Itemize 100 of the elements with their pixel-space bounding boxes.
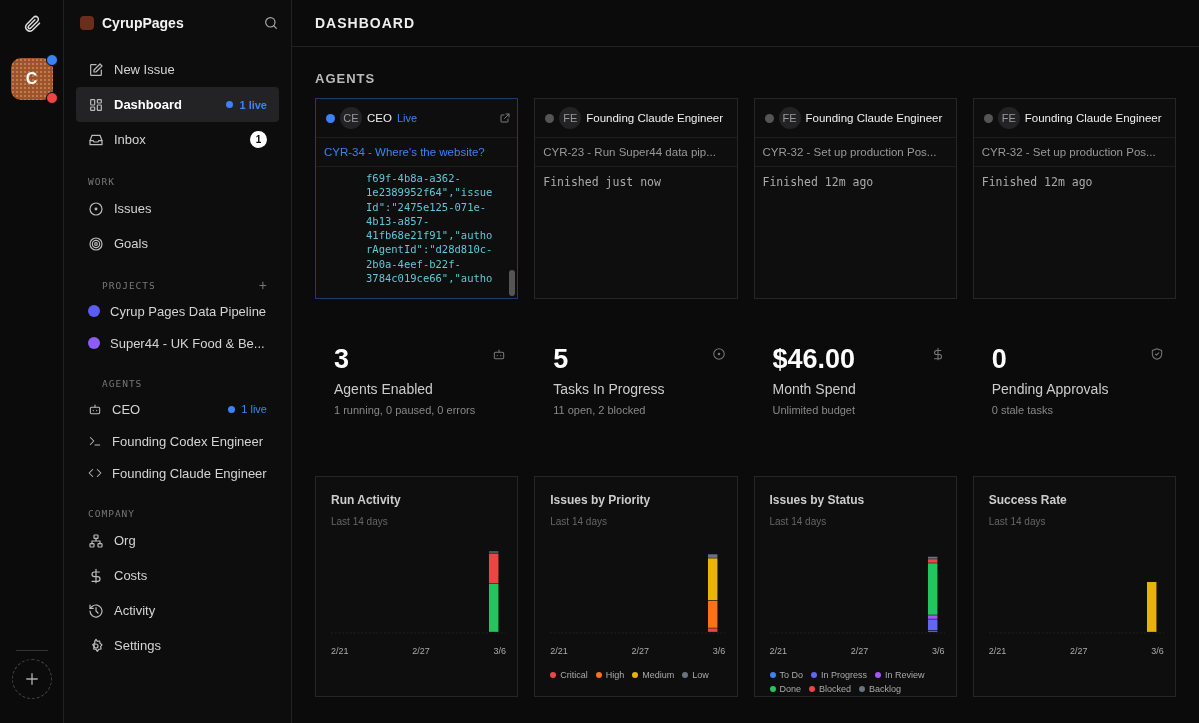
- agent-name: Founding Claude Engineer: [112, 465, 267, 481]
- stat-label: Pending Approvals: [991, 381, 1110, 397]
- legend-label: Blocked: [819, 684, 852, 694]
- nav-item[interactable]: Settings: [76, 628, 279, 663]
- axis-label: 3/6: [1151, 646, 1164, 656]
- axis-label: 2/27: [1070, 646, 1088, 656]
- legend-label: Low: [692, 670, 709, 680]
- chart-subtitle: Last 14 days: [769, 516, 828, 527]
- nav-label: New Issue: [114, 62, 176, 77]
- stat-value: 3: [334, 344, 351, 374]
- issue-link[interactable]: CYR-32 - Set up production Pos...: [754, 138, 956, 167]
- legend-label: Backlog: [869, 684, 902, 694]
- code-icon: [88, 466, 102, 480]
- chart-title: Issues by Priority: [550, 493, 652, 507]
- axis-label: 2/21: [769, 646, 788, 656]
- robot-icon: [492, 347, 507, 361]
- add-project-button[interactable]: +: [258, 277, 267, 293]
- org-chart-icon: [88, 532, 104, 549]
- project-item[interactable]: Cyrup Pages Data Pipeline: [76, 295, 279, 327]
- legend-label: Done: [779, 684, 801, 694]
- agent-avatar: FE: [559, 107, 582, 129]
- nav-label: Issues: [114, 201, 153, 216]
- nav-item[interactable]: Dashboard 1 live: [76, 87, 279, 122]
- nav-item[interactable]: Activity: [76, 593, 279, 628]
- agent-avatar: CE: [340, 107, 362, 129]
- circle-dot-icon: [711, 347, 726, 361]
- terminal-icon: [88, 434, 102, 448]
- agent-item[interactable]: CEO 1 live: [76, 393, 279, 425]
- stat-label: Tasks In Progress: [553, 381, 666, 397]
- agent-name: Founding Claude Engineer: [1024, 112, 1162, 124]
- issue-link[interactable]: CYR-34 - Where's the website?: [316, 138, 518, 167]
- nav-item[interactable]: Goals: [76, 226, 279, 261]
- section-heading: PROJECTS: [102, 279, 157, 291]
- run-status: Finished just now: [543, 175, 661, 189]
- search-icon: [263, 15, 279, 31]
- company-avatar[interactable]: C: [10, 58, 53, 100]
- log-output: f69f-4b8a-a362- 1e2389952f64","issue Id":"2475e125-071e- 4b13-a857- 41fb68e21f91","autho rAgentId":"d28d810c- 2b0a-4eef-b22f- 3784c019ce66","autho: [366, 171, 494, 286]
- target-icon: [88, 235, 104, 252]
- page-title: DASHBOARD: [292, 0, 1199, 47]
- chart-title: Run Activity: [331, 493, 402, 507]
- section-heading: WORK: [88, 175, 116, 187]
- issue-link[interactable]: CYR-32 - Set up production Pos...: [973, 138, 1175, 167]
- nav-label: Inbox: [114, 132, 147, 147]
- robot-icon: [88, 402, 102, 416]
- stat-label: Agents Enabled: [334, 381, 434, 397]
- edit-icon: [88, 61, 104, 78]
- stat-value: $46.00: [772, 344, 857, 374]
- company-logo: [80, 16, 94, 30]
- nav-label: Goals: [114, 236, 149, 251]
- stat-value: 5: [553, 344, 570, 374]
- axis-label: 2/27: [850, 646, 869, 656]
- nav-item[interactable]: Issues: [76, 191, 279, 226]
- live-badge: 1 live: [226, 98, 267, 111]
- legend-label: Medium: [642, 670, 675, 680]
- stat-detail: 11 open, 2 blocked: [553, 403, 647, 418]
- nav-item[interactable]: Costs: [76, 558, 279, 593]
- axis-label: 3/6: [493, 646, 506, 656]
- nav-label: Costs: [114, 568, 149, 583]
- axis-label: 3/6: [712, 646, 726, 656]
- nav-item[interactable]: Org: [76, 523, 279, 558]
- run-status: Finished 12m ago: [762, 175, 874, 189]
- company-name[interactable]: CyrupPages: [102, 15, 255, 31]
- stat-detail: Unlimited budget: [772, 403, 857, 418]
- agent-card[interactable]: FE Founding Claude Engineer CYR-23 - Run Super44 data pip... Finished just now: [534, 98, 738, 299]
- unread-count: 1: [250, 131, 267, 148]
- issue-link[interactable]: CYR-23 - Run Super44 data pip...: [535, 138, 737, 167]
- agent-name: Founding Codex Engineer: [112, 433, 265, 449]
- chart-subtitle: Last 14 days: [331, 516, 389, 527]
- history-icon: [88, 602, 104, 619]
- dashboard-icon: [88, 96, 104, 113]
- agent-card[interactable]: CE CEO Live CYR-34 - Where's the website? f69f-4b8a-a362- 1e2389952f64","issue Id":"2475e125-071e- 4b13-a857- 41fb68e21f91","autho rAgentId":"d28d810c- 2b0a-4eef-b22f- 3784c019ce66","autho: [315, 98, 519, 299]
- agent-item[interactable]: Founding Claude Engineer: [76, 457, 279, 489]
- chart-title: Issues by Status: [769, 493, 866, 507]
- shield-check-icon: [1150, 347, 1164, 361]
- project-item[interactable]: Super44 - UK Food & Be...: [76, 327, 279, 359]
- axis-label: 2/21: [550, 646, 568, 656]
- stat-label: Month Spend: [772, 381, 857, 397]
- chart-subtitle: Last 14 days: [550, 516, 608, 527]
- section-heading: AGENTS: [315, 71, 377, 86]
- agent-card[interactable]: FE Founding Claude Engineer CYR-32 - Set up production Pos... Finished 12m ago: [972, 98, 1176, 299]
- legend-label: Critical: [560, 670, 588, 680]
- nav-item[interactable]: Inbox 1: [76, 122, 279, 157]
- agent-avatar: FE: [997, 107, 1020, 129]
- section-heading: AGENTS: [102, 377, 144, 389]
- nav-item[interactable]: New Issue: [76, 52, 279, 87]
- stat-value: 0: [991, 344, 1008, 374]
- circle-dot-icon: [88, 200, 104, 217]
- scrollbar-thumb[interactable]: [509, 270, 516, 296]
- section-heading: COMPANY: [88, 507, 137, 519]
- run-status: Finished 12m ago: [981, 175, 1093, 189]
- project-name: Cyrup Pages Data Pipeline: [110, 303, 267, 319]
- agent-card[interactable]: FE Founding Claude Engineer CYR-32 - Set up production Pos... Finished 12m ago: [753, 98, 957, 299]
- project-name: Super44 - UK Food & Be...: [110, 335, 266, 351]
- agent-name: Founding Claude Engineer: [805, 112, 943, 124]
- agent-name: Founding Claude Engineer: [586, 112, 724, 124]
- agent-avatar: FE: [778, 107, 801, 129]
- axis-label: 2/21: [988, 646, 1007, 656]
- axis-label: 2/27: [631, 646, 649, 656]
- nav-label: Dashboard: [114, 97, 183, 112]
- agent-item[interactable]: Founding Codex Engineer: [76, 425, 279, 457]
